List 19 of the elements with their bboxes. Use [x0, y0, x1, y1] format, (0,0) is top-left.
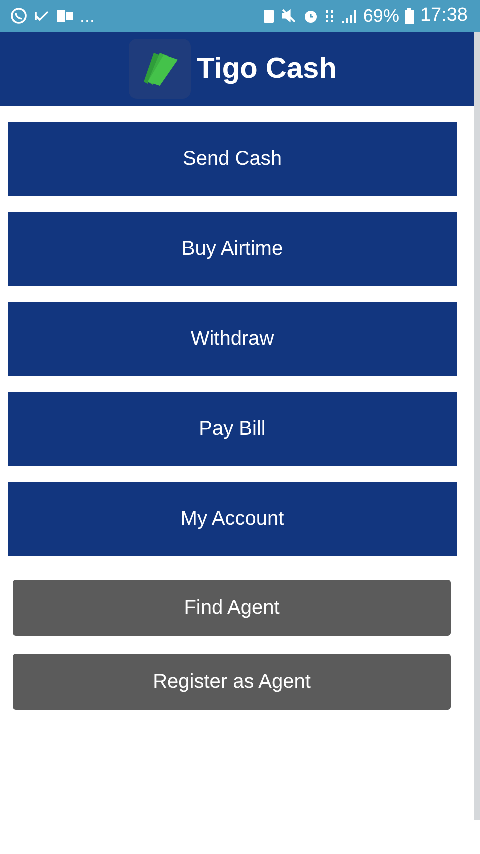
menu-button[interactable]: Pay Bill: [8, 392, 457, 466]
scrollbar[interactable]: [474, 32, 480, 820]
alarm-icon: [303, 8, 320, 24]
signal-icon: [341, 8, 358, 24]
check-icon: [34, 9, 50, 23]
clock: 17:38: [420, 5, 468, 27]
app-title: Tigo Cash: [197, 52, 337, 86]
menu-button[interactable]: Send Cash: [8, 122, 457, 196]
money-logo-icon: [129, 39, 192, 99]
chat-icon: [10, 7, 28, 25]
menu-button[interactable]: Find Agent: [13, 580, 451, 636]
menu-button[interactable]: Withdraw: [8, 302, 457, 376]
menu-button[interactable]: Buy Airtime: [8, 212, 457, 286]
battery-percent: 69%: [363, 6, 400, 26]
menu-button[interactable]: My Account: [8, 482, 457, 556]
mute-icon: [281, 8, 298, 24]
battery-icon: [405, 8, 414, 24]
menu-button[interactable]: Register as Agent: [13, 654, 451, 710]
more-notifications: ...: [80, 6, 96, 26]
